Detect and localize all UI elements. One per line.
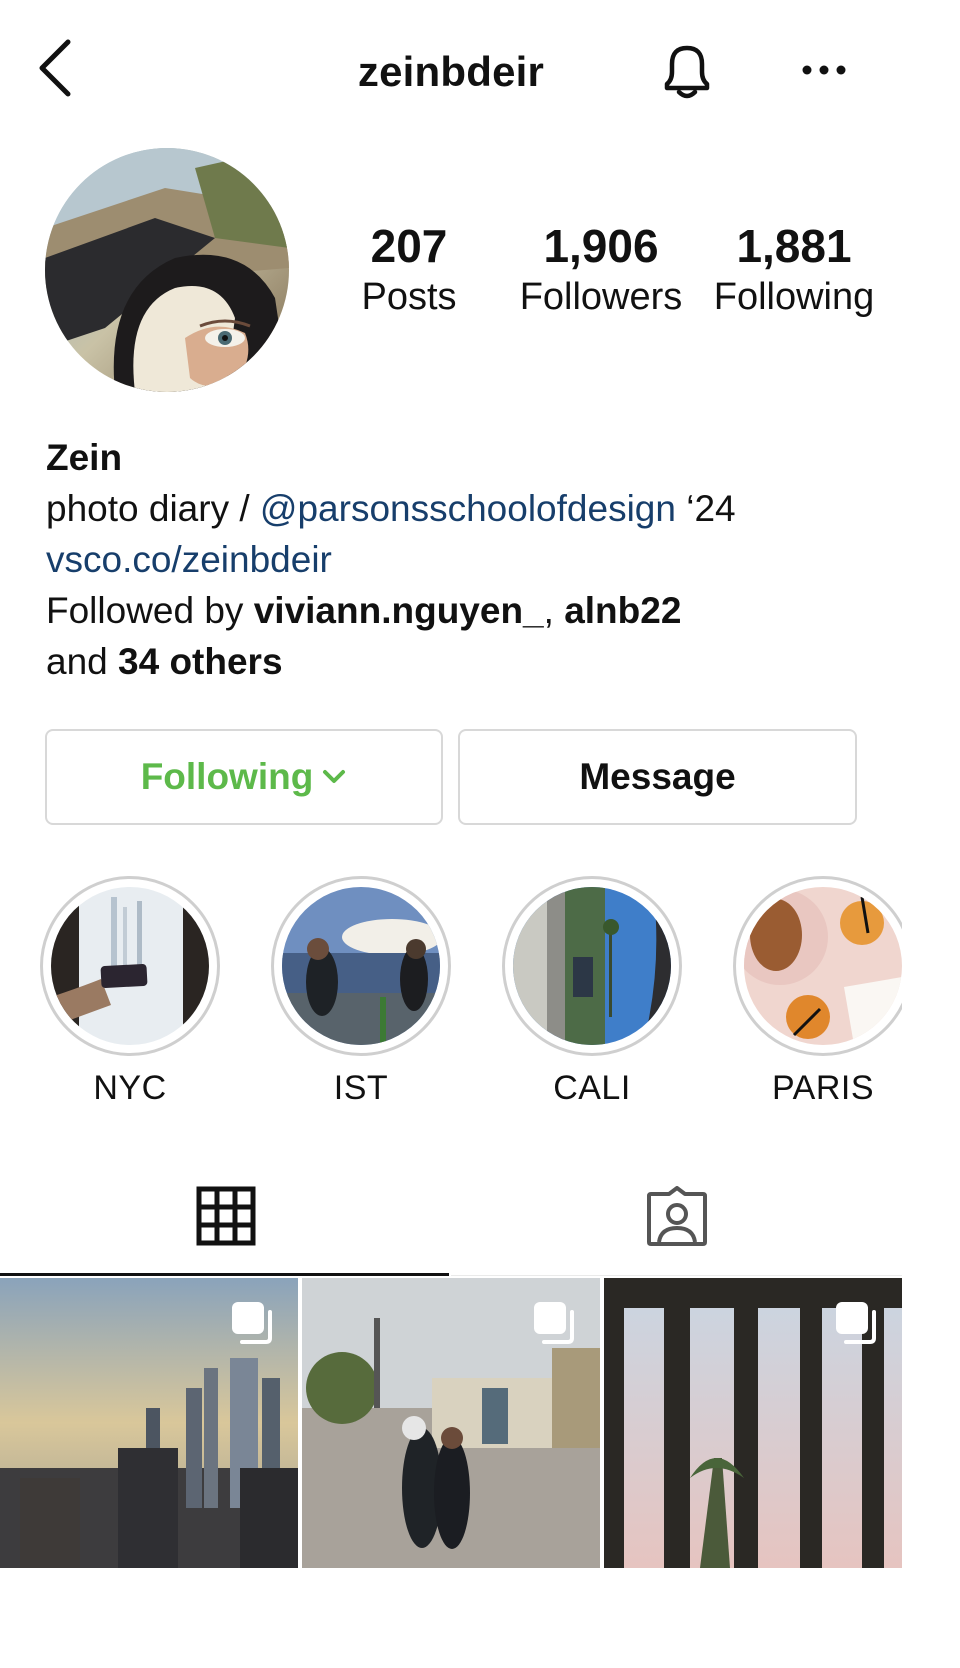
bio-suffix: ‘24	[675, 488, 736, 529]
followers-stat[interactable]: 1,906 Followers	[506, 218, 696, 320]
grid-icon	[196, 1186, 256, 1246]
more-options-button[interactable]	[796, 52, 852, 88]
post-thumbnail[interactable]	[604, 1278, 902, 1568]
profile-photo	[45, 148, 289, 392]
followed-by-others: 34 others	[118, 641, 283, 682]
followed-by-line[interactable]: Followed by viviann.nguyen_, alnb22	[46, 585, 886, 636]
tab-posts-grid[interactable]	[0, 1160, 449, 1276]
notifications-button[interactable]	[654, 38, 720, 104]
message-button[interactable]: Message	[458, 729, 857, 825]
following-stat[interactable]: 1,881 Following	[702, 218, 886, 320]
more-horizontal-icon	[802, 65, 846, 75]
highlight-ring	[502, 876, 682, 1056]
followers-count: 1,906	[543, 220, 659, 272]
posts-count: 207	[370, 220, 448, 272]
avatar[interactable]	[45, 148, 289, 392]
profile-username: zeinbdeir	[357, 48, 545, 95]
highlight-ring	[271, 876, 451, 1056]
following-button-label: Following	[140, 756, 314, 797]
followed-by-prefix: Followed by	[46, 590, 254, 631]
followed-by-and: and	[46, 641, 119, 682]
highlight-label: IST	[333, 1069, 389, 1107]
bio-line: photo diary / @parsonsschoolofdesign ‘24	[46, 483, 886, 534]
highlight-label: PARIS	[771, 1069, 874, 1107]
bio-mention-link[interactable]: @parsonsschoolofdesign	[260, 488, 676, 529]
highlight-ring	[40, 876, 220, 1056]
highlight-paris[interactable]: PARIS	[733, 876, 902, 1108]
message-button-label: Message	[579, 756, 736, 797]
highlight-cover	[51, 887, 209, 1045]
followed-by-user-1: viviann.nguyen_	[253, 590, 544, 631]
highlight-label: CALI	[553, 1069, 631, 1107]
highlight-cover	[744, 887, 902, 1045]
followed-by-user-2: alnb22	[564, 590, 682, 631]
highlight-cali[interactable]: CALI	[502, 876, 682, 1108]
bio-text: photo diary /	[46, 488, 260, 529]
profile-page: zeinbdeir 207 Posts 1,906 Followers 1,88…	[0, 0, 902, 1568]
highlight-ring	[733, 876, 902, 1056]
followers-label: Followers	[519, 276, 683, 318]
highlight-cover	[513, 887, 671, 1045]
multiple-posts-icon	[232, 1302, 272, 1344]
profile-header: zeinbdeir	[0, 0, 902, 140]
website-link[interactable]: vsco.co/zeinbdeir	[46, 534, 886, 585]
tagged-person-icon	[647, 1186, 707, 1246]
tab-tagged[interactable]	[451, 1160, 902, 1276]
following-count: 1,881	[736, 220, 852, 272]
highlight-cover	[282, 887, 440, 1045]
following-label: Following	[713, 276, 875, 318]
posts-stat[interactable]: 207 Posts	[334, 218, 484, 320]
posts-label: Posts	[361, 276, 457, 318]
highlight-nyc[interactable]: NYC	[40, 876, 220, 1108]
bell-icon	[664, 45, 710, 99]
post-thumbnail[interactable]	[0, 1278, 298, 1568]
followed-by-separator: ,	[543, 590, 565, 631]
multiple-posts-icon	[836, 1302, 876, 1344]
multiple-posts-icon	[534, 1302, 574, 1344]
highlight-label: NYC	[93, 1069, 167, 1107]
chevron-down-icon	[323, 770, 346, 783]
display-name: Zein	[46, 437, 123, 478]
profile-bio: Zein photo diary / @parsonsschoolofdesig…	[46, 432, 886, 687]
followed-by-others-line[interactable]: and 34 others	[46, 636, 886, 687]
following-button[interactable]: Following	[45, 729, 443, 825]
post-thumbnail[interactable]	[302, 1278, 600, 1568]
highlight-ist[interactable]: IST	[271, 876, 451, 1108]
